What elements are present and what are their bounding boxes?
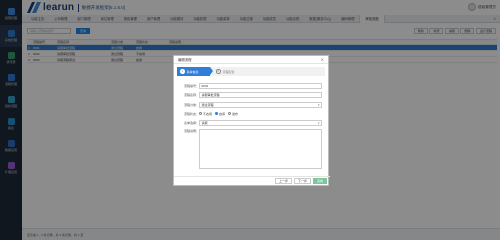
dialog-title: 编辑流程 bbox=[178, 58, 192, 62]
form-select[interactable]: 请假 ▾ bbox=[199, 120, 322, 127]
note-textarea[interactable] bbox=[199, 129, 322, 170]
radio-dot bbox=[215, 112, 219, 116]
step-basic-info[interactable]: 1 基本信息 bbox=[177, 67, 210, 76]
finish-button[interactable]: 完成 bbox=[312, 178, 327, 184]
category-select[interactable]: 通过流程 ▾ bbox=[199, 101, 322, 108]
step-label: 流程配置 bbox=[222, 69, 235, 74]
chevron-down-icon: ▾ bbox=[317, 102, 320, 107]
step-number: 1 bbox=[180, 69, 185, 74]
form-row-name: 流程名称： 请假审批流程 bbox=[184, 92, 322, 99]
name-label: 流程名称： bbox=[184, 93, 200, 98]
form-row-form: 表单选择： 请假 ▾ bbox=[184, 120, 322, 127]
name-value: 请假审批流程 bbox=[201, 93, 220, 98]
form-row-category: 流程分类： 通过流程 ▾ bbox=[184, 101, 322, 108]
step-number: 2 bbox=[216, 69, 221, 74]
code-field[interactable]: 0001 bbox=[199, 83, 322, 89]
edit-flow-dialog: 编辑流程 ✕ 1 基本信息 2 流程配置 流程编号： 0001 流程名称： 请假… bbox=[173, 55, 330, 186]
name-field[interactable]: 请假审批流程 bbox=[199, 92, 322, 99]
status-radio-group: 不启用 启用 发布 bbox=[199, 112, 322, 116]
form-select-label: 表单选择： bbox=[184, 121, 200, 126]
next-button[interactable]: 下一步 bbox=[293, 178, 311, 184]
form-row-code: 流程编号： 0001 bbox=[184, 83, 322, 89]
dialog-header: 编辑流程 ✕ bbox=[174, 56, 328, 64]
code-label: 流程编号： bbox=[184, 84, 200, 88]
status-radio-disabled[interactable]: 不启用 bbox=[199, 112, 212, 116]
step-label: 基本信息 bbox=[186, 69, 199, 74]
dialog-footer: 上一步 下一步 完成 bbox=[174, 176, 330, 185]
step-flow-config[interactable]: 2 流程配置 bbox=[213, 67, 246, 76]
close-icon[interactable]: ✕ bbox=[321, 57, 324, 62]
radio-label: 不启用 bbox=[203, 111, 213, 116]
form-row-note: 流程说明： bbox=[184, 129, 322, 170]
form-select-value: 请假 bbox=[201, 121, 208, 126]
form-row-status: 流程状态： 不启用 启用 发布 bbox=[184, 111, 322, 117]
radio-label: 发布 bbox=[232, 111, 239, 116]
radio-dot bbox=[199, 112, 202, 116]
prev-button[interactable]: 上一步 bbox=[274, 178, 292, 184]
radio-label: 启用 bbox=[219, 111, 226, 116]
wizard-steps: 1 基本信息 2 流程配置 bbox=[177, 67, 325, 76]
category-label: 流程分类： bbox=[184, 102, 200, 107]
status-label: 流程状态： bbox=[184, 111, 200, 116]
code-value: 0001 bbox=[201, 84, 209, 88]
status-radio-publish[interactable]: 发布 bbox=[228, 112, 238, 116]
flow-form: 流程编号： 0001 流程名称： 请假审批流程 流程分类： 通过流程 ▾ 流程状… bbox=[184, 83, 322, 173]
radio-dot bbox=[228, 112, 232, 116]
category-value: 通过流程 bbox=[201, 102, 214, 107]
chevron-down-icon: ▾ bbox=[317, 121, 320, 126]
note-label: 流程说明： bbox=[184, 129, 200, 134]
status-radio-enabled[interactable]: 启用 bbox=[215, 112, 225, 116]
